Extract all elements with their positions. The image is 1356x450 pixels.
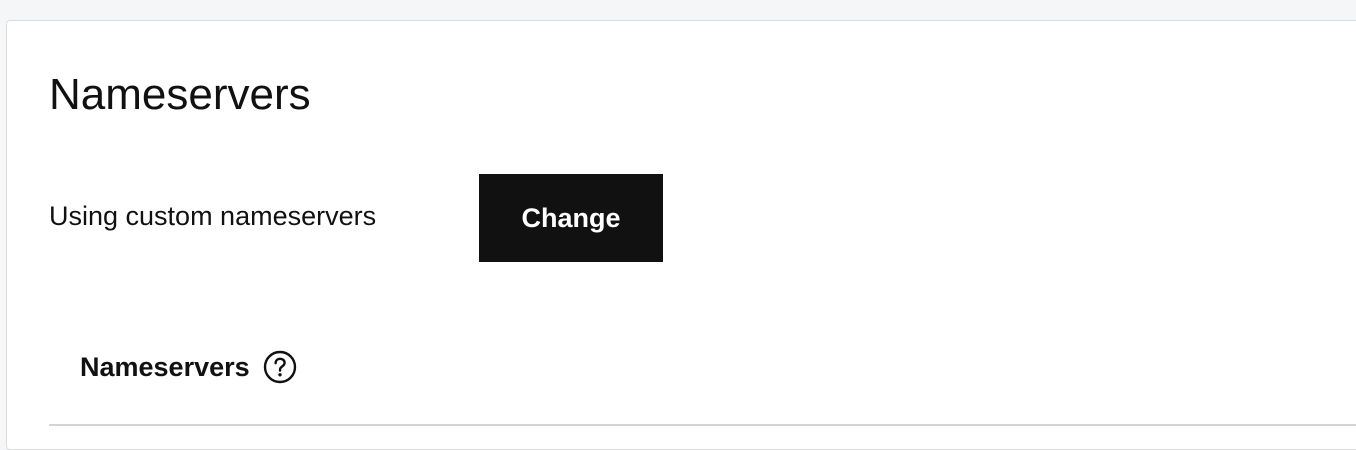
page-title: Nameservers <box>49 70 311 119</box>
question-circle-icon[interactable] <box>263 350 297 384</box>
nameserver-status-row: Using custom nameservers Change <box>49 174 663 264</box>
section-divider <box>49 424 1356 426</box>
change-nameservers-button[interactable]: Change <box>479 174 663 262</box>
question-circle-icon-svg <box>263 350 296 384</box>
nameservers-section-label: Nameservers <box>80 352 250 382</box>
nameserver-status-text: Using custom nameservers <box>49 201 377 231</box>
nameservers-card: Nameservers Using custom nameservers Cha… <box>6 20 1356 450</box>
nameservers-section-header: Nameservers <box>80 349 297 385</box>
